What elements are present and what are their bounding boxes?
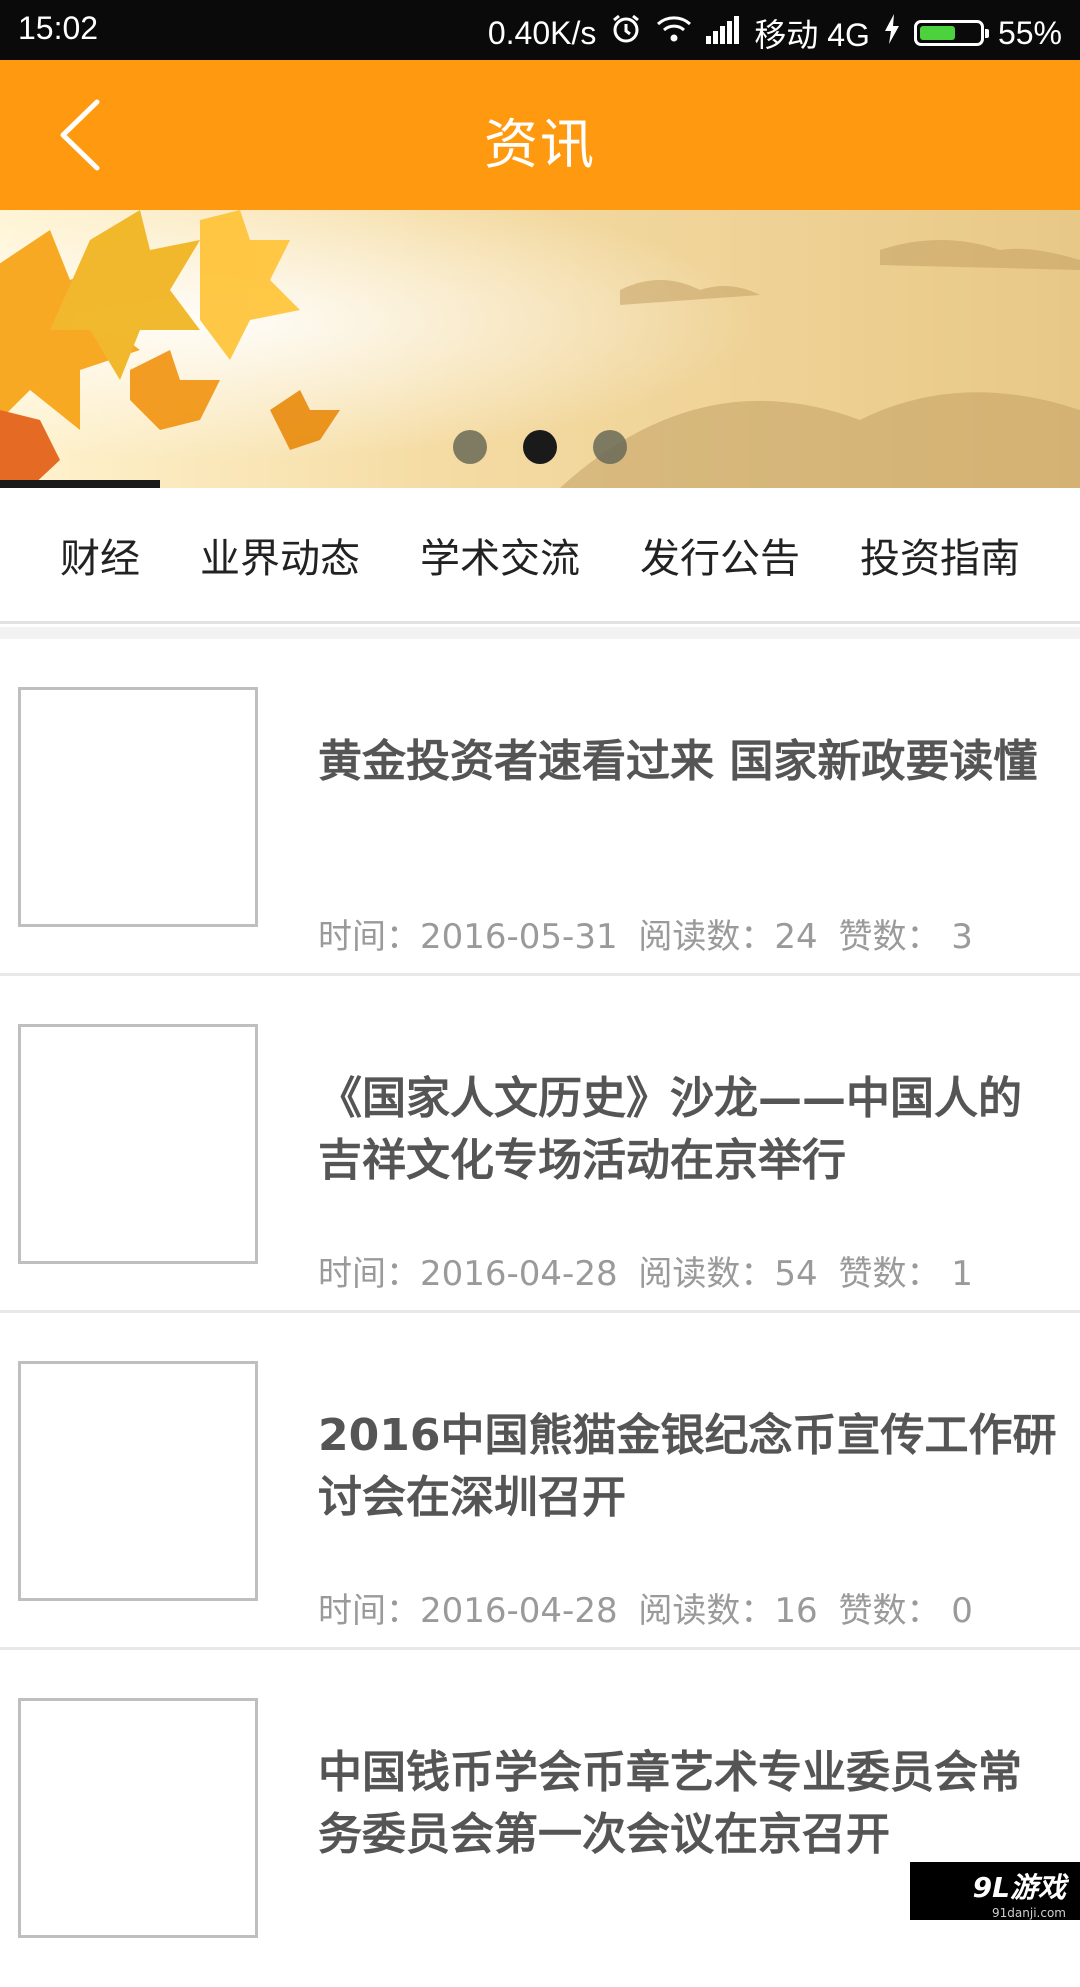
news-title: 中国钱币学会币章艺术专业委员会常务委员会第一次会议在京召开: [318, 1747, 1022, 1860]
news-list: 黄金投资者速看过来 国家新政要读懂 时间：2016-05-31 阅读数：24 赞…: [0, 639, 1080, 1987]
section-divider: [0, 627, 1080, 639]
news-thumbnail: [18, 687, 258, 927]
watermark-main: 9L游戏: [972, 1871, 1066, 1904]
watermark-sub: 91danji.com: [992, 1906, 1066, 1920]
status-right: 0.40K/s 移动 4G 55%: [488, 10, 1062, 56]
news-meta: 时间：2016-04-28 阅读数：16 赞数： 0: [318, 1583, 973, 1632]
carousel-dot[interactable]: [593, 430, 627, 464]
carousel-indicators: [0, 430, 1080, 464]
tab-finance[interactable]: 财经: [60, 526, 140, 584]
app-header: 资讯: [0, 60, 1080, 210]
battery-icon: [913, 20, 989, 46]
network-speed: 0.40K/s: [487, 14, 597, 51]
tab-investment-guide[interactable]: 投资指南: [860, 526, 1020, 584]
news-likes: 赞数： 0: [838, 1591, 973, 1631]
charging-icon: [884, 14, 900, 52]
status-bar: 15:02 0.40K/s 移动 4G 55%: [0, 0, 1080, 60]
news-reads: 阅读数：24: [638, 917, 818, 957]
category-tabs: 财经 业界动态 学术交流 发行公告 投资指南: [0, 488, 1080, 624]
news-time: 时间：2016-04-28: [318, 1591, 618, 1631]
news-title: 2016中国熊猫金银纪念币宣传工作研讨会在深圳召开: [318, 1410, 1057, 1523]
tab-issuance[interactable]: 发行公告: [640, 526, 800, 584]
news-likes: 赞数： 1: [838, 1254, 973, 1294]
tab-academic[interactable]: 学术交流: [420, 526, 580, 584]
news-title: 《国家人文历史》沙龙——中国人的吉祥文化专场活动在京举行: [318, 1073, 1022, 1186]
tab-industry-news[interactable]: 业界动态: [200, 526, 360, 584]
status-time: 15:02: [18, 10, 99, 46]
news-item[interactable]: 黄金投资者速看过来 国家新政要读懂 时间：2016-05-31 阅读数：24 赞…: [0, 639, 1080, 976]
signal-icon: [706, 15, 740, 52]
news-reads: 阅读数：16: [638, 1591, 818, 1631]
news-time: 时间：2016-04-28: [318, 1254, 618, 1294]
carrier-label: 移动 4G: [754, 17, 870, 53]
carousel-dot-active[interactable]: [523, 430, 557, 464]
watermark-logo: 9L游戏 91danji.com: [910, 1862, 1080, 1920]
news-thumbnail: [18, 1361, 258, 1601]
news-time: 时间：2016-05-31: [318, 917, 618, 957]
alarm-icon: [610, 13, 642, 53]
banner-carousel[interactable]: [0, 210, 1080, 488]
news-thumbnail: [18, 1698, 258, 1938]
news-thumbnail: [18, 1024, 258, 1264]
carousel-dot[interactable]: [453, 430, 487, 464]
news-meta: 时间：2016-05-31 阅读数：24 赞数： 3: [318, 909, 973, 958]
wifi-icon: [656, 14, 692, 52]
battery-percent: 55%: [997, 14, 1062, 51]
news-item[interactable]: 中国钱币学会币章艺术专业委员会常务委员会第一次会议在京召开: [0, 1650, 1080, 1987]
news-title: 黄金投资者速看过来 国家新政要读懂: [318, 736, 1038, 787]
news-meta: 时间：2016-04-28 阅读数：54 赞数： 1: [318, 1246, 973, 1295]
news-likes: 赞数： 3: [838, 917, 973, 957]
news-reads: 阅读数：54: [638, 1254, 818, 1294]
news-item[interactable]: 2016中国熊猫金银纪念币宣传工作研讨会在深圳召开 时间：2016-04-28 …: [0, 1313, 1080, 1650]
news-item[interactable]: 《国家人文历史》沙龙——中国人的吉祥文化专场活动在京举行 时间：2016-04-…: [0, 976, 1080, 1313]
page-title: 资讯: [484, 113, 596, 176]
